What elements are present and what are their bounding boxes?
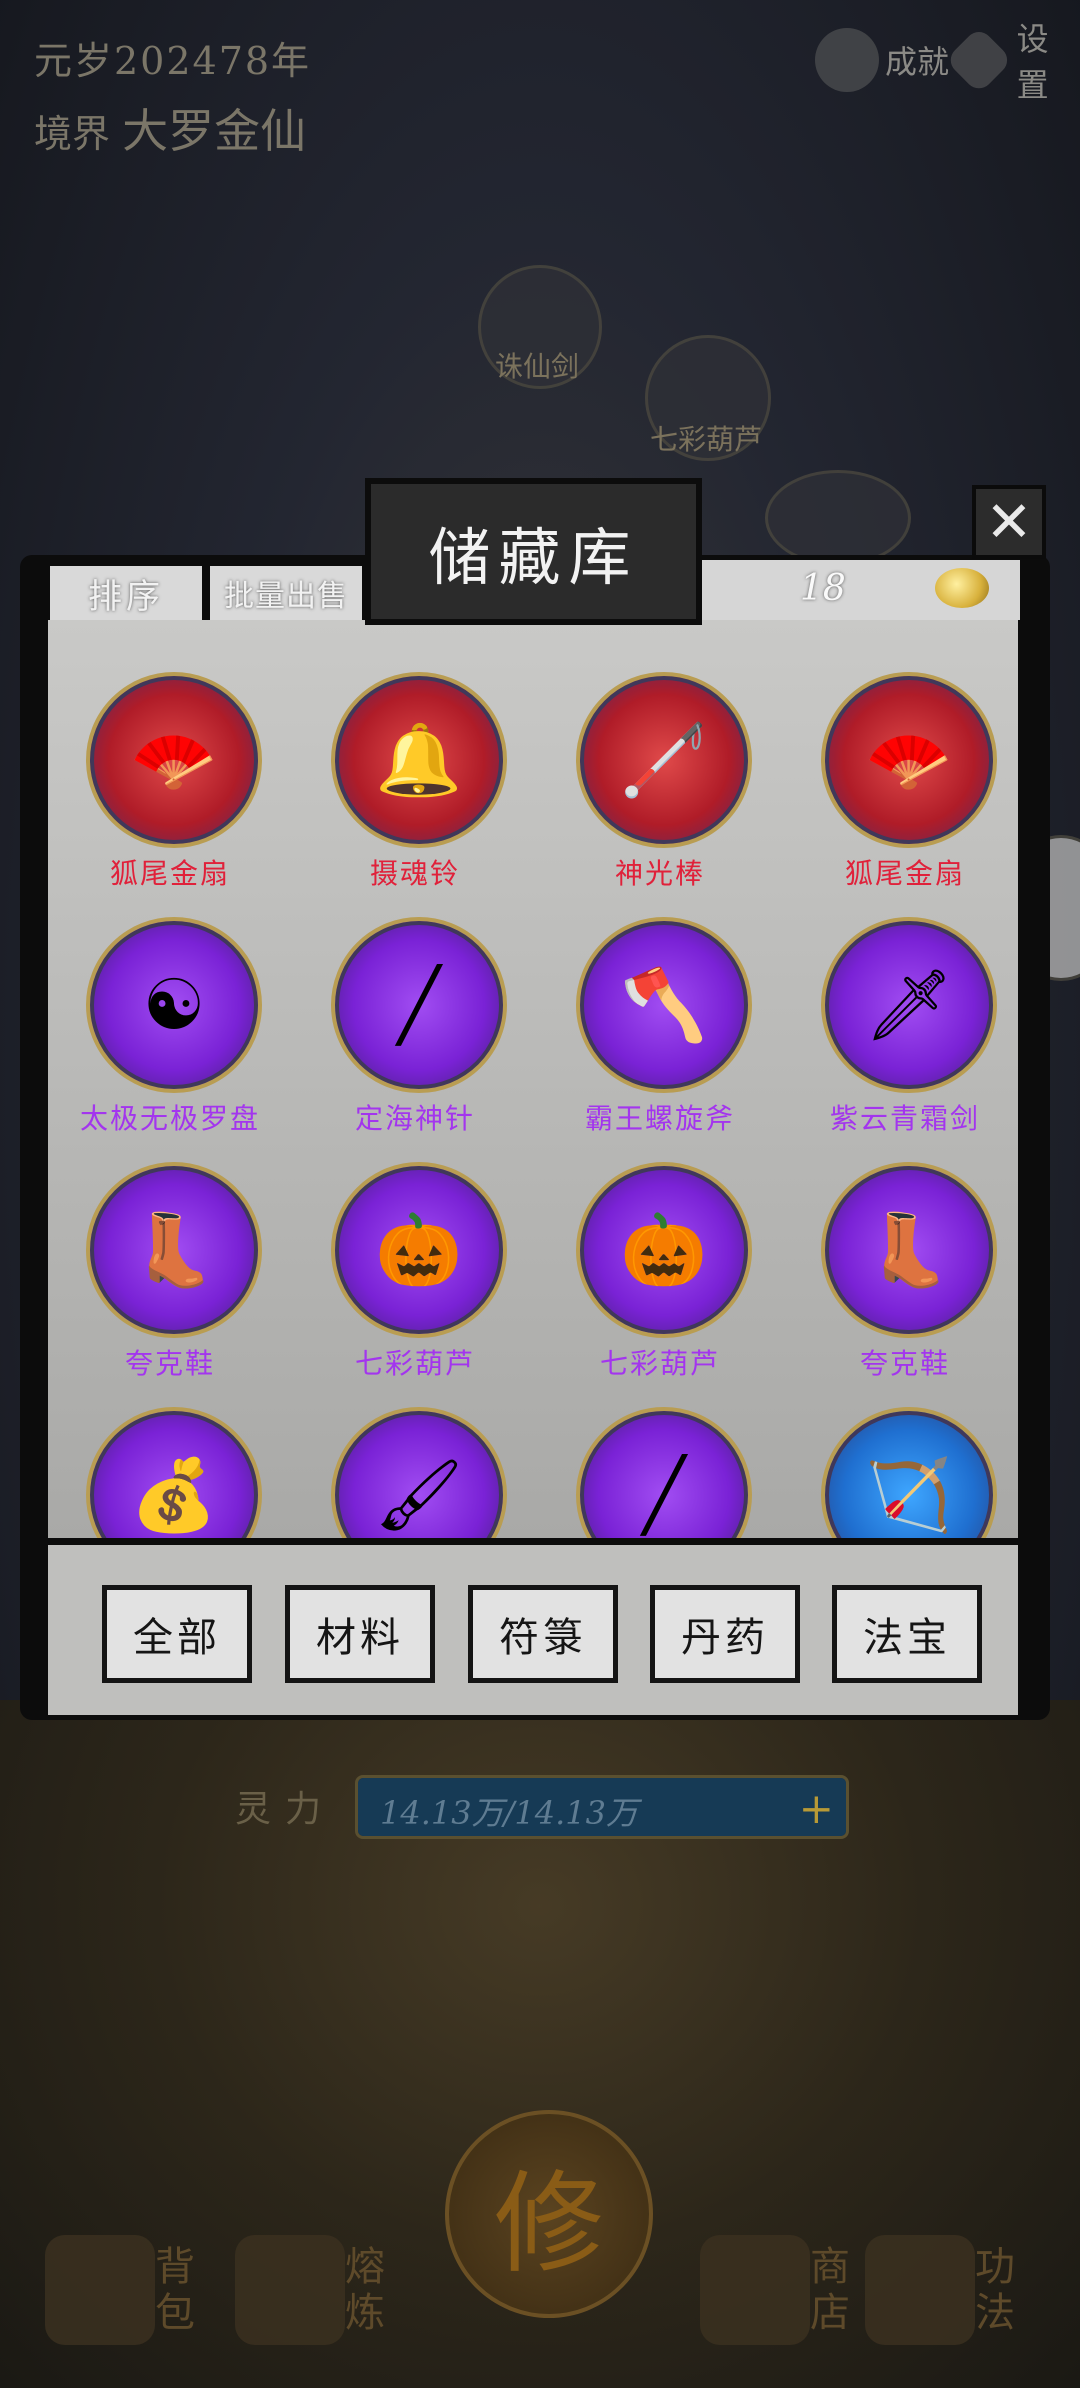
- backpack-icon: [45, 2235, 155, 2345]
- storage-title: 储藏库: [428, 520, 639, 594]
- nav-smelt[interactable]: 熔炼: [235, 2220, 389, 2360]
- close-button[interactable]: ✕: [972, 485, 1046, 559]
- inventory-item[interactable]: 🗡 紫云青霜剑: [815, 917, 997, 1147]
- item-name: 夸克鞋: [124, 1347, 215, 1380]
- staff-icon: ╱: [576, 1407, 752, 1538]
- inventory-item[interactable]: 🖌: [325, 1407, 507, 1538]
- batch-sell-button[interactable]: 批量出售: [210, 566, 362, 620]
- inventory-item[interactable]: ╱ 定海神针: [325, 917, 507, 1147]
- inventory-item[interactable]: 🦯 神光棒: [570, 672, 752, 902]
- spirit-label: 灵力: [235, 1789, 336, 1830]
- nav-backpack[interactable]: 背包: [45, 2220, 199, 2360]
- nav-shop[interactable]: 商店: [700, 2220, 854, 2360]
- staff-icon: ╱: [331, 917, 507, 1093]
- inventory-item[interactable]: ☯ 太极无极罗盘: [80, 917, 262, 1147]
- smelt-icon: [235, 2235, 345, 2345]
- gear-icon: [944, 26, 1013, 94]
- achievements-label: 成就: [885, 43, 950, 81]
- item-name: 太极无极罗盘: [79, 1102, 260, 1135]
- nav-label: 功法: [975, 2244, 1015, 2336]
- storage-title-plate: 储藏库: [365, 478, 702, 625]
- achievements-button[interactable]: 成就: [815, 20, 949, 100]
- item-name: 神光棒: [614, 857, 705, 890]
- pouch-icon: 💰: [86, 1407, 262, 1538]
- inventory-item[interactable]: 🪭 狐尾金扇: [815, 672, 997, 902]
- coin-icon: [935, 568, 989, 608]
- close-icon: ✕: [985, 489, 1033, 555]
- map-node-partial[interactable]: [765, 470, 911, 566]
- staff-icon: 🦯: [576, 672, 752, 848]
- gourd-icon: 🎃: [331, 1162, 507, 1338]
- settings-button[interactable]: 设置: [944, 20, 1080, 104]
- sword-icon: 🗡: [821, 917, 997, 1093]
- category-talismans-button[interactable]: 符箓: [468, 1585, 618, 1683]
- item-name: 七彩葫芦: [354, 1347, 475, 1380]
- fan-icon: 🪭: [86, 672, 262, 848]
- item-name: 定海神针: [354, 1102, 475, 1135]
- item-name: 狐尾金扇: [109, 857, 230, 890]
- category-all-button[interactable]: 全部: [102, 1585, 252, 1683]
- realm-prefix: 境界: [34, 112, 111, 156]
- item-name: 狐尾金扇: [844, 857, 965, 890]
- boot-icon: 👢: [821, 1162, 997, 1338]
- realm-display: 境界 大罗金仙: [34, 95, 306, 161]
- cultivate-label: 修: [494, 2160, 604, 2288]
- gourd-icon: 🎃: [576, 1162, 752, 1338]
- item-name: 霸王螺旋斧: [584, 1102, 735, 1135]
- map-node-label: 诛仙剑: [495, 350, 580, 383]
- inventory-item[interactable]: 💰: [80, 1407, 262, 1538]
- taiji-compass-icon: ☯: [86, 917, 262, 1093]
- scroll-icon: [700, 2235, 810, 2345]
- inventory-item[interactable]: 👢 夸克鞋: [80, 1162, 262, 1392]
- realm-name: 大罗金仙: [122, 104, 307, 158]
- sort-button[interactable]: 排序: [50, 566, 202, 620]
- item-name: 摄魂铃: [369, 857, 460, 890]
- nav-label: 商店: [810, 2244, 850, 2336]
- spirit-value: 14.13万/14.13万: [380, 1794, 639, 1832]
- axe-icon: 🪓: [576, 917, 752, 1093]
- category-materials-button[interactable]: 材料: [285, 1585, 435, 1683]
- inventory-item[interactable]: 🪭 狐尾金扇: [80, 672, 262, 902]
- item-count: 18: [800, 568, 846, 609]
- book-icon: [865, 2235, 975, 2345]
- boot-icon: 👢: [86, 1162, 262, 1338]
- inventory-item[interactable]: 🎃 七彩葫芦: [325, 1162, 507, 1392]
- settings-label: 设置: [1016, 20, 1049, 104]
- brush-icon: 🖌: [331, 1407, 507, 1538]
- nav-label: 背包: [155, 2244, 195, 2336]
- inventory-item[interactable]: 🎃 七彩葫芦: [570, 1162, 752, 1392]
- cultivate-button[interactable]: 修: [445, 2110, 653, 2318]
- nav-label: 熔炼: [345, 2244, 385, 2336]
- achievement-icon: [815, 28, 879, 92]
- inventory-item[interactable]: 👢 夸克鞋: [815, 1162, 997, 1392]
- item-name: 夸克鞋: [859, 1347, 950, 1380]
- nav-skills[interactable]: 功法: [865, 2220, 1019, 2360]
- category-treasures-button[interactable]: 法宝: [832, 1585, 982, 1683]
- inventory-item[interactable]: 🔔 摄魂铃: [325, 672, 507, 902]
- era-year: 元岁202478年: [34, 39, 312, 83]
- inventory-item[interactable]: 🏹: [815, 1407, 997, 1538]
- bow-icon: 🏹: [821, 1407, 997, 1538]
- item-grid[interactable]: 🪭 狐尾金扇 🔔 摄魂铃 🦯 神光棒 🪭 狐尾金扇 ☯ 太极无极罗盘 ╱ 定海神针 🪓 霸王螺旋斧 🗡 紫云青…: [48, 620, 1018, 1538]
- spirit-add-icon[interactable]: +: [799, 1784, 834, 1833]
- inventory-item[interactable]: 🪓 霸王螺旋斧: [570, 917, 752, 1147]
- inventory-item[interactable]: ╱: [570, 1407, 752, 1538]
- spirit-bar: 14.13万/14.13万 +: [355, 1775, 849, 1839]
- bell-icon: 🔔: [331, 672, 507, 848]
- map-node-label: 七彩葫芦: [650, 423, 763, 456]
- item-name: 紫云青霜剑: [829, 1102, 980, 1135]
- fan-icon: 🪭: [821, 672, 997, 848]
- category-pills-button[interactable]: 丹药: [650, 1585, 800, 1683]
- item-name: 七彩葫芦: [599, 1347, 720, 1380]
